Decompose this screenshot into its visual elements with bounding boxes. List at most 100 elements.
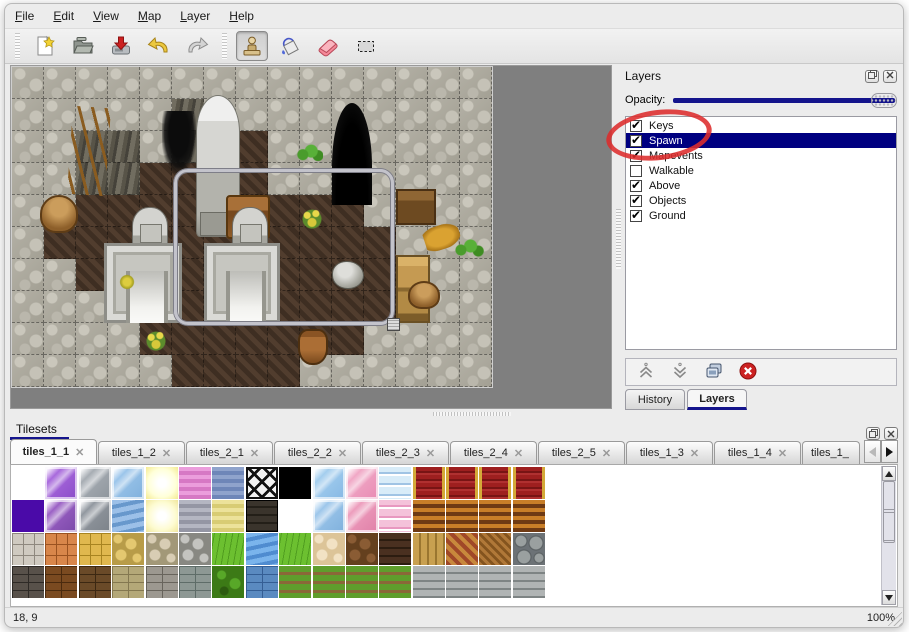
map-tile[interactable]	[332, 323, 364, 355]
layer-visibility-checkbox[interactable]	[630, 120, 642, 132]
tileset-tile[interactable]	[313, 467, 345, 499]
select-tool-button[interactable]	[350, 31, 382, 61]
tileset-tile[interactable]	[212, 467, 244, 499]
open-map-button[interactable]	[67, 31, 99, 61]
layer-visibility-checkbox[interactable]	[630, 150, 642, 162]
map-tile[interactable]	[140, 355, 172, 387]
tileset-tile[interactable]	[413, 500, 445, 532]
map-tile[interactable]	[236, 355, 268, 387]
tileset-tile[interactable]	[513, 500, 545, 532]
map-tile[interactable]	[428, 131, 460, 163]
tileset-tab-tiles_1_1[interactable]: tiles_1_1✕	[10, 439, 97, 464]
map-tile[interactable]	[428, 355, 460, 387]
layer-row-ground[interactable]: Ground	[626, 208, 896, 223]
close-tab-icon[interactable]: ✕	[602, 447, 611, 460]
tileset-scrollbar[interactable]	[881, 466, 896, 605]
map-selection-rect[interactable]	[174, 169, 394, 325]
tileset-tile[interactable]	[313, 500, 345, 532]
layer-row-mapevents[interactable]: Mapevents	[626, 148, 896, 163]
tileset-tab-tiles_2_3[interactable]: tiles_2_3✕	[362, 441, 449, 464]
map-tile[interactable]	[204, 355, 236, 387]
tileset-tab-tiles_2_2[interactable]: tiles_2_2✕	[274, 441, 361, 464]
map-tile[interactable]	[108, 99, 140, 131]
tileset-tile[interactable]	[112, 533, 144, 565]
close-tab-icon[interactable]: ✕	[250, 447, 259, 460]
tileset-tile[interactable]	[79, 566, 111, 598]
map-tile[interactable]	[108, 355, 140, 387]
tileset-tile[interactable]	[446, 467, 478, 499]
scroll-up-button[interactable]	[882, 466, 896, 481]
tileset-tile[interactable]	[413, 467, 445, 499]
layer-row-keys[interactable]: Keys	[626, 118, 896, 133]
map-tile[interactable]	[460, 291, 492, 323]
scroll-tabs-right-button[interactable]	[881, 440, 898, 463]
map-tile[interactable]	[76, 323, 108, 355]
menu-layer[interactable]: Layer	[180, 9, 210, 23]
map-tile[interactable]	[332, 355, 364, 387]
map-tile[interactable]	[364, 355, 396, 387]
layer-row-above[interactable]: Above	[626, 178, 896, 193]
tileset-tab-tiles_2_5[interactable]: tiles_2_5✕	[538, 441, 625, 464]
layer-row-objects[interactable]: Objects	[626, 193, 896, 208]
tileset-tile[interactable]	[212, 566, 244, 598]
map-tile[interactable]	[44, 323, 76, 355]
map-tile[interactable]	[108, 131, 140, 163]
tile-grid[interactable]	[12, 467, 546, 599]
map-tile[interactable]	[428, 323, 460, 355]
splitter-grip[interactable]	[616, 209, 621, 269]
map-tile[interactable]	[236, 131, 268, 163]
layer-visibility-checkbox[interactable]	[630, 180, 642, 192]
tileset-tile[interactable]	[479, 500, 511, 532]
map-tile[interactable]	[396, 323, 428, 355]
horizontal-splitter[interactable]	[5, 410, 903, 417]
tileset-tab-tiles_1_4[interactable]: tiles_1_4✕	[714, 441, 801, 464]
tileset-tile[interactable]	[12, 533, 44, 565]
tileset-tile[interactable]	[179, 533, 211, 565]
tileset-tile[interactable]	[45, 467, 77, 499]
map-tile[interactable]	[12, 99, 44, 131]
close-tab-icon[interactable]: ✕	[778, 447, 787, 460]
lower-layer-button[interactable]	[670, 362, 690, 382]
tileset-tile[interactable]	[446, 533, 478, 565]
tileset-tile[interactable]	[12, 500, 44, 532]
map-tile[interactable]	[300, 67, 332, 99]
map-tile[interactable]	[460, 259, 492, 291]
map-tile[interactable]	[172, 355, 204, 387]
tileset-tile[interactable]	[79, 500, 111, 532]
tileset-tile[interactable]	[513, 467, 545, 499]
tileset-tile[interactable]	[112, 566, 144, 598]
map-tile[interactable]	[12, 163, 44, 195]
map-tile[interactable]	[268, 99, 300, 131]
tileset-tab-tiles_1_3[interactable]: tiles_1_3✕	[626, 441, 713, 464]
tileset-tile[interactable]	[179, 467, 211, 499]
tileset-tile[interactable]	[346, 533, 378, 565]
scrollbar-track[interactable]	[882, 543, 896, 590]
map-tile[interactable]	[108, 67, 140, 99]
layer-visibility-checkbox[interactable]	[630, 210, 642, 222]
map-tile[interactable]	[236, 67, 268, 99]
layer-row-spawn[interactable]: Spawn	[626, 133, 896, 148]
tileset-tile[interactable]	[45, 500, 77, 532]
map-tile[interactable]	[364, 67, 396, 99]
tileset-tile[interactable]	[313, 566, 345, 598]
tileset-tile[interactable]	[379, 533, 411, 565]
map-tile[interactable]	[76, 355, 108, 387]
map-tile[interactable]	[268, 67, 300, 99]
close-tab-icon[interactable]: ✕	[690, 447, 699, 460]
tileset-tab-tiles_1_2[interactable]: tiles_1_2✕	[98, 441, 185, 464]
map-tile[interactable]	[460, 67, 492, 99]
menu-help[interactable]: Help	[229, 9, 254, 23]
map-tile[interactable]	[460, 323, 492, 355]
tileset-tile[interactable]	[212, 500, 244, 532]
tileset-tab-tiles_2_1[interactable]: tiles_2_1✕	[186, 441, 273, 464]
tileset-tile[interactable]	[246, 500, 278, 532]
tileset-tile[interactable]	[179, 566, 211, 598]
tileset-tile[interactable]	[112, 500, 144, 532]
map-tile[interactable]	[76, 195, 108, 227]
close-tab-icon[interactable]: ✕	[426, 447, 435, 460]
save-map-button[interactable]	[105, 31, 137, 61]
tileset-tile[interactable]	[513, 533, 545, 565]
map-tile[interactable]	[204, 323, 236, 355]
tileset-tile[interactable]	[279, 533, 311, 565]
delete-layer-button[interactable]	[738, 362, 758, 382]
